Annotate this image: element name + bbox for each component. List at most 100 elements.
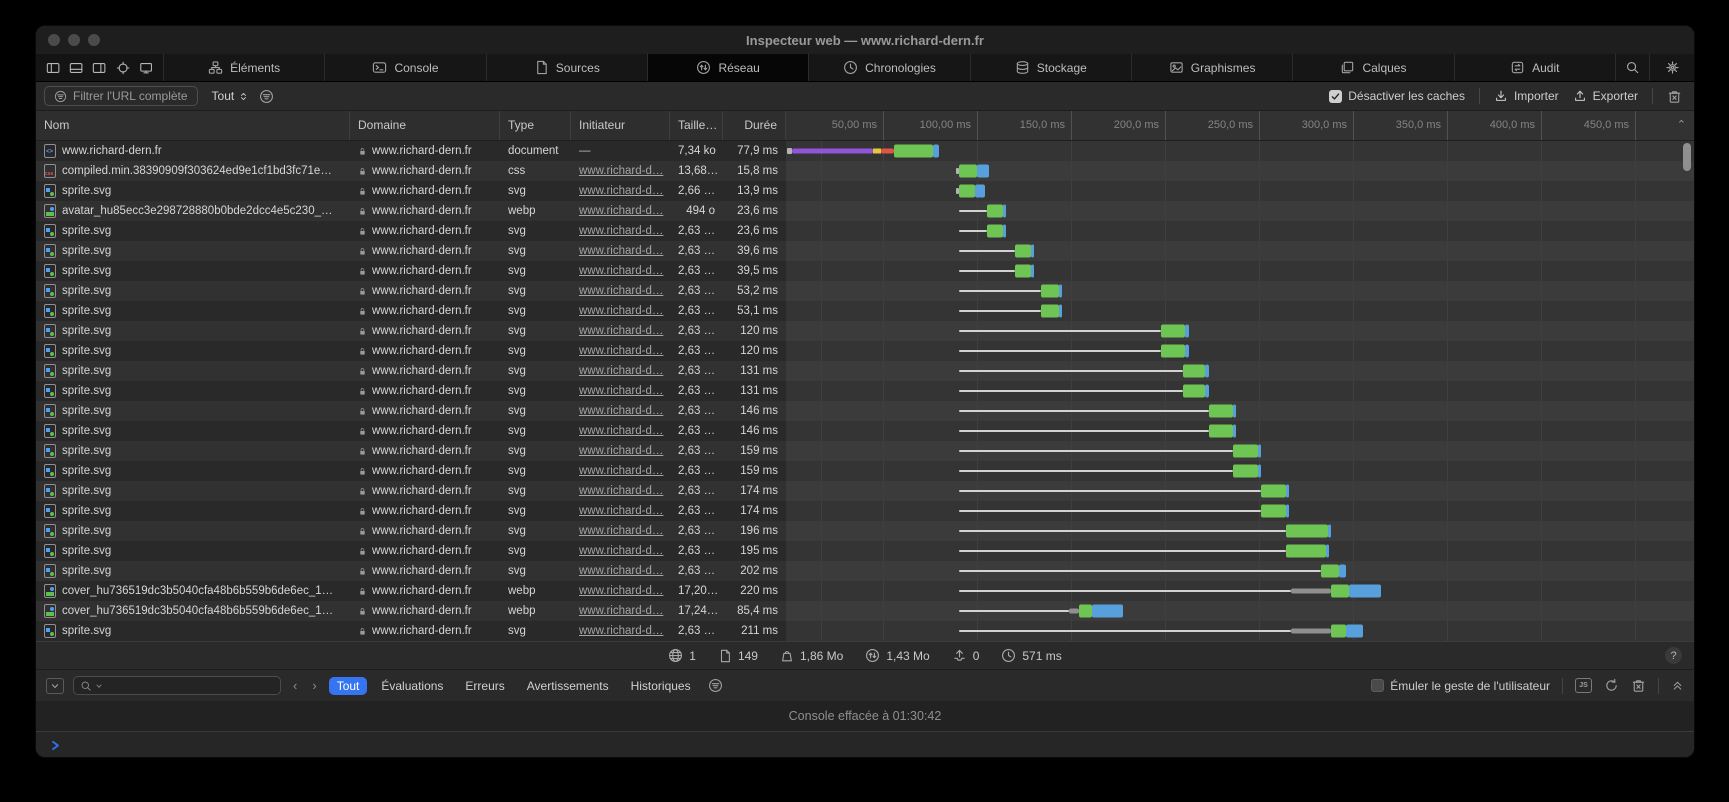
console-scope-erreurs[interactable]: Erreurs <box>457 677 512 695</box>
network-request-row[interactable]: sprite.svgwww.richard-dern.frsvgwww.rich… <box>36 321 1694 341</box>
network-request-row[interactable]: sprite.svgwww.richard-dern.frsvgwww.rich… <box>36 221 1694 241</box>
close-window-button[interactable] <box>48 34 60 46</box>
initiator-link[interactable]: www.richard-d… <box>579 285 663 297</box>
scroll-up-arrow[interactable]: ⌃ <box>1677 111 1686 140</box>
initiator-link[interactable]: www.richard-d… <box>579 225 663 237</box>
initiator-link[interactable]: www.richard-d… <box>579 485 663 497</box>
dock-left-icon[interactable] <box>46 60 60 76</box>
settings-button[interactable] <box>1650 54 1694 81</box>
initiator-link[interactable]: www.richard-d… <box>579 245 663 257</box>
tab-graphismes[interactable]: Graphismes <box>1132 54 1293 81</box>
tab-console[interactable]: Console <box>325 54 486 81</box>
import-button[interactable]: Importer <box>1494 89 1559 103</box>
initiator-link[interactable]: www.richard-d… <box>579 525 663 537</box>
next-result-button[interactable]: › <box>309 678 319 693</box>
initiator-link[interactable]: www.richard-d… <box>579 565 663 577</box>
disable-caches-checkbox[interactable]: Désactiver les caches <box>1329 89 1465 103</box>
previous-result-button[interactable]: ‹ <box>290 678 300 693</box>
tab-sources[interactable]: Sources <box>487 54 648 81</box>
search-button[interactable] <box>1616 54 1650 81</box>
initiator-link[interactable]: www.richard-d… <box>579 545 663 557</box>
network-request-row[interactable]: sprite.svgwww.richard-dern.frsvgwww.rich… <box>36 341 1694 361</box>
console-scope-avertissements[interactable]: Avertissements <box>519 677 617 695</box>
column-header-initiateur[interactable]: Initiateur <box>571 111 670 140</box>
help-button[interactable]: ? <box>1665 647 1682 664</box>
device-settings-icon[interactable] <box>139 60 153 76</box>
filter-options-button[interactable] <box>259 89 274 104</box>
tab-réseau[interactable]: Réseau <box>648 54 809 81</box>
network-request-row[interactable]: sprite.svgwww.richard-dern.frsvgwww.rich… <box>36 421 1694 441</box>
column-header-nom[interactable]: Nom <box>36 111 350 140</box>
initiator-link[interactable]: www.richard-d… <box>579 325 663 337</box>
timeline-scrollbar-thumb[interactable] <box>1683 143 1691 171</box>
tab-chronologies[interactable]: Chronologies <box>809 54 970 81</box>
initiator-link[interactable]: www.richard-d… <box>579 605 663 617</box>
column-header-durée[interactable]: Durée <box>723 111 786 140</box>
network-request-row[interactable]: sprite.svgwww.richard-dern.frsvgwww.rich… <box>36 461 1694 481</box>
initiator-link[interactable]: www.richard-d… <box>579 425 663 437</box>
network-request-row[interactable]: sprite.svgwww.richard-dern.frsvgwww.rich… <box>36 521 1694 541</box>
column-header-type[interactable]: Type <box>500 111 571 140</box>
minimize-window-button[interactable] <box>68 34 80 46</box>
console-scope-tout[interactable]: Tout <box>329 677 368 695</box>
initiator-link[interactable]: www.richard-d… <box>579 185 663 197</box>
initiator-link[interactable]: www.richard-d… <box>579 405 663 417</box>
network-request-row[interactable]: sprite.svgwww.richard-dern.frsvgwww.rich… <box>36 481 1694 501</box>
tab-calques[interactable]: Calques <box>1293 54 1454 81</box>
column-header-taille[interactable]: Taille… <box>670 111 723 140</box>
initiator-link[interactable]: www.richard-d… <box>579 625 663 637</box>
network-request-row[interactable]: sprite.svgwww.richard-dern.frsvgwww.rich… <box>36 401 1694 421</box>
console-source-dropdown[interactable] <box>46 678 64 694</box>
network-request-row[interactable]: <>www.richard-dern.frwww.richard-dern.fr… <box>36 141 1694 161</box>
script-context-button[interactable]: JS <box>1575 678 1592 693</box>
initiator-link[interactable]: www.richard-d… <box>579 165 663 177</box>
clear-console-icon[interactable] <box>1631 678 1646 693</box>
network-request-row[interactable]: cover_hu736519dc3b5040cfa48b6b559b6de6ec… <box>36 581 1694 601</box>
url-filter-input[interactable]: Filtrer l'URL complète <box>44 86 198 106</box>
console-prompt[interactable] <box>36 732 1694 757</box>
network-request-row[interactable]: sprite.svgwww.richard-dern.frsvgwww.rich… <box>36 561 1694 581</box>
initiator-link[interactable]: www.richard-d… <box>579 365 663 377</box>
network-request-row[interactable]: sprite.svgwww.richard-dern.frsvgwww.rich… <box>36 261 1694 281</box>
network-request-row[interactable]: sprite.svgwww.richard-dern.frsvgwww.rich… <box>36 181 1694 201</box>
dock-bottom-icon[interactable] <box>69 60 83 76</box>
inspect-element-icon[interactable] <box>116 60 130 76</box>
network-request-row[interactable]: csscompiled.min.38390909f303624ed9e1cf1b… <box>36 161 1694 181</box>
zoom-window-button[interactable] <box>88 34 100 46</box>
initiator-link[interactable]: www.richard-d… <box>579 305 663 317</box>
initiator-link[interactable]: www.richard-d… <box>579 465 663 477</box>
initiator-link[interactable]: www.richard-d… <box>579 505 663 517</box>
network-request-row[interactable]: sprite.svgwww.richard-dern.frsvgwww.rich… <box>36 361 1694 381</box>
initiator-link[interactable]: www.richard-d… <box>579 585 663 597</box>
network-request-row[interactable]: sprite.svgwww.richard-dern.frsvgwww.rich… <box>36 281 1694 301</box>
resource-type-select[interactable]: Tout <box>212 89 250 103</box>
dock-right-icon[interactable] <box>92 60 106 76</box>
console-search-input[interactable] <box>73 676 281 695</box>
expand-console-icon[interactable] <box>1671 679 1684 692</box>
refresh-icon[interactable] <box>1604 678 1619 693</box>
console-filter-button[interactable] <box>708 678 723 693</box>
initiator-link[interactable]: www.richard-d… <box>579 345 663 357</box>
initiator-link[interactable]: www.richard-d… <box>579 205 663 217</box>
tab-audit[interactable]: Audit <box>1455 54 1616 81</box>
tab-éléments[interactable]: Éléments <box>164 54 325 81</box>
initiator-link[interactable]: www.richard-d… <box>579 265 663 277</box>
column-header-domaine[interactable]: Domaine <box>350 111 500 140</box>
network-request-row[interactable]: sprite.svgwww.richard-dern.frsvgwww.rich… <box>36 301 1694 321</box>
network-request-row[interactable]: cover_hu736519dc3b5040cfa48b6b559b6de6ec… <box>36 601 1694 621</box>
console-scope-évaluations[interactable]: Évaluations <box>373 677 451 695</box>
network-request-row[interactable]: sprite.svgwww.richard-dern.frsvgwww.rich… <box>36 501 1694 521</box>
network-request-row[interactable]: sprite.svgwww.richard-dern.frsvgwww.rich… <box>36 541 1694 561</box>
console-scope-historiques[interactable]: Historiques <box>623 677 699 695</box>
network-request-row[interactable]: sprite.svgwww.richard-dern.frsvgwww.rich… <box>36 621 1694 641</box>
emulate-user-gesture-checkbox[interactable]: Émuler le geste de l'utilisateur <box>1371 679 1550 693</box>
network-request-row[interactable]: sprite.svgwww.richard-dern.frsvgwww.rich… <box>36 381 1694 401</box>
network-request-row[interactable]: sprite.svgwww.richard-dern.frsvgwww.rich… <box>36 241 1694 261</box>
export-button[interactable]: Exporter <box>1573 89 1638 103</box>
network-request-row[interactable]: sprite.svgwww.richard-dern.frsvgwww.rich… <box>36 441 1694 461</box>
tab-stockage[interactable]: Stockage <box>971 54 1132 81</box>
clear-network-items-button[interactable] <box>1667 89 1682 104</box>
initiator-link[interactable]: www.richard-d… <box>579 445 663 457</box>
network-request-row[interactable]: avatar_hu85ecc3e298728880b0bde2dcc4e5c23… <box>36 201 1694 221</box>
initiator-link[interactable]: www.richard-d… <box>579 385 663 397</box>
